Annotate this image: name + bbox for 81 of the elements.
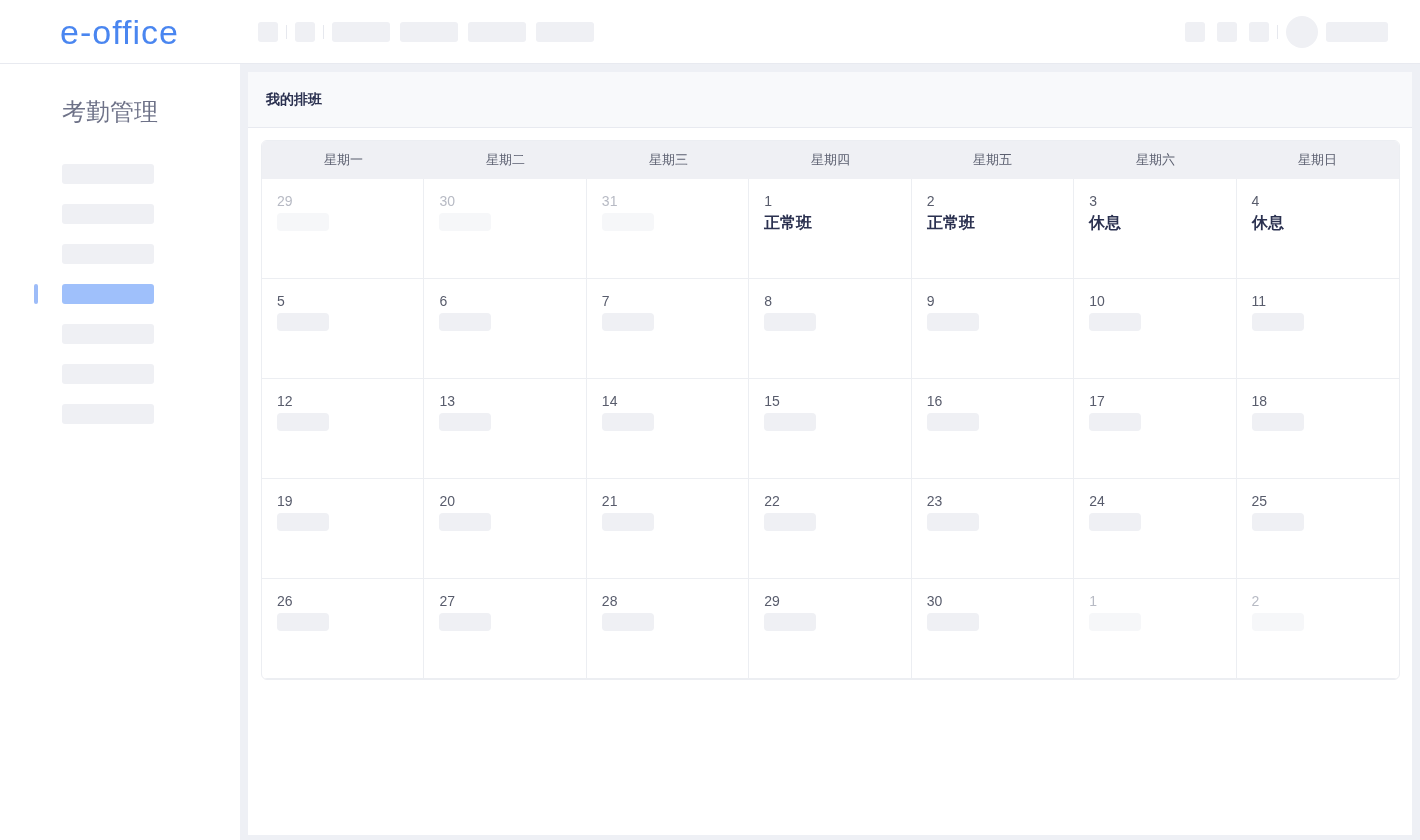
sidebar-item[interactable] — [62, 284, 154, 304]
calendar-day-cell[interactable]: 2 正常班 — [911, 179, 1075, 279]
calendar-day-cell[interactable]: 17 — [1074, 379, 1237, 479]
calendar-day-cell[interactable]: 21 — [586, 479, 750, 579]
calendar-day-cell[interactable]: 13 — [424, 379, 587, 479]
day-number: 5 — [277, 293, 286, 309]
calendar-day-cell[interactable]: 19 — [262, 479, 425, 579]
shift-label: 休息 — [1251, 213, 1285, 233]
shift-label: 正常班 — [926, 213, 976, 233]
day-number: 28 — [601, 593, 619, 609]
calendar-day-cell[interactable]: 25 — [1236, 479, 1399, 579]
weekday-header: 星期五 — [972, 151, 1014, 169]
calendar-day-cell[interactable]: 28 — [586, 579, 750, 679]
calendar-day-cell[interactable]: 22 — [749, 479, 912, 579]
day-number: 31 — [601, 193, 619, 209]
day-number: 2 — [926, 193, 936, 209]
day-number: 12 — [277, 393, 294, 409]
calendar-day-cell[interactable]: 12 — [262, 379, 425, 479]
day-number: 10 — [1089, 293, 1106, 309]
weekday-header: 星期六 — [1134, 151, 1176, 169]
day-number: 1 — [1089, 593, 1098, 609]
weekday-header: 星期二 — [485, 151, 527, 169]
calendar-day-cell[interactable]: 16 — [911, 379, 1075, 479]
day-number: 29 — [277, 193, 294, 209]
calendar-day-cell[interactable]: 29 — [749, 579, 912, 679]
day-number: 15 — [764, 393, 781, 409]
day-number: 4 — [1251, 193, 1261, 209]
calendar-day-cell[interactable]: 11 — [1236, 279, 1399, 379]
day-number: 2 — [1251, 593, 1261, 609]
day-number: 11 — [1251, 293, 1268, 309]
shift-label: 正常班 — [764, 213, 814, 233]
day-number: 21 — [601, 493, 619, 509]
day-number: 20 — [439, 493, 456, 509]
weekday-header: 星期三 — [647, 151, 689, 169]
day-number: 6 — [439, 293, 449, 309]
day-number: 19 — [277, 493, 294, 509]
day-number: 9 — [926, 293, 936, 309]
calendar-day-cell[interactable]: 14 — [586, 379, 750, 479]
weekday-header: 星期四 — [810, 151, 851, 169]
day-number: 30 — [926, 593, 944, 609]
calendar-day-cell[interactable]: 27 — [424, 579, 587, 679]
calendar-day-cell[interactable]: 8 — [749, 279, 912, 379]
day-number: 13 — [439, 393, 456, 409]
calendar-day-cell[interactable]: 6 — [424, 279, 587, 379]
day-number: 8 — [764, 293, 774, 309]
calendar-day-cell[interactable]: 1 正常班 — [749, 179, 912, 279]
day-number: 30 — [439, 193, 456, 209]
day-number: 25 — [1251, 493, 1269, 509]
day-number: 3 — [1089, 193, 1098, 209]
weekday-header: 星期日 — [1297, 151, 1339, 169]
calendar-day-cell[interactable]: 18 — [1236, 379, 1399, 479]
day-number: 26 — [277, 593, 294, 609]
calendar-day-cell[interactable]: 5 — [262, 279, 425, 379]
calendar-day-cell[interactable]: 23 — [911, 479, 1075, 579]
panel-title: 我的排班 — [266, 90, 322, 109]
calendar-day-cell[interactable]: 7 — [586, 279, 750, 379]
calendar-day-cell[interactable]: 24 — [1074, 479, 1237, 579]
calendar-day-cell[interactable]: 3 休息 — [1074, 179, 1237, 279]
calendar-day-cell[interactable]: 9 — [911, 279, 1075, 379]
shift-label: 休息 — [1089, 213, 1123, 233]
logo-text[interactable]: e-office — [60, 14, 258, 49]
day-number: 7 — [601, 293, 611, 309]
day-number: 18 — [1251, 393, 1269, 409]
day-number: 14 — [601, 393, 619, 409]
day-number: 27 — [439, 593, 456, 609]
sidebar-title: 考勤管理 — [61, 97, 159, 127]
calendar-day-cell[interactable]: 4 休息 — [1236, 179, 1399, 279]
weekday-header: 星期一 — [322, 151, 364, 169]
calendar-day-cell[interactable]: 26 — [262, 579, 425, 679]
day-number: 22 — [764, 493, 781, 509]
day-number: 29 — [764, 593, 781, 609]
day-number: 17 — [1089, 393, 1106, 409]
selection-indicator — [34, 284, 38, 304]
day-number: 16 — [926, 393, 944, 409]
calendar-day-cell[interactable]: 30 — [911, 579, 1075, 679]
day-number: 24 — [1089, 493, 1106, 509]
day-number: 23 — [926, 493, 944, 509]
calendar-day-cell[interactable]: 15 — [749, 379, 912, 479]
calendar-day-cell[interactable]: 20 — [424, 479, 587, 579]
calendar-day-cell[interactable]: 10 — [1074, 279, 1237, 379]
day-number: 1 — [764, 193, 774, 209]
